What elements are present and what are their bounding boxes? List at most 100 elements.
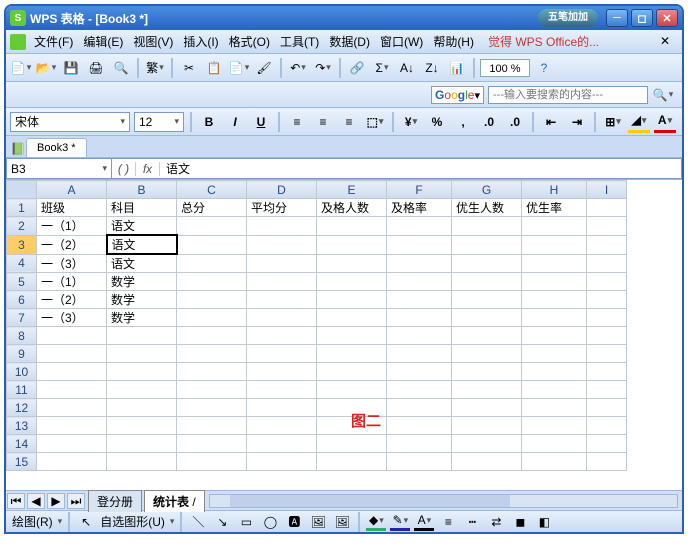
col-header-I[interactable]: I [587, 181, 627, 199]
cell-D15[interactable] [247, 453, 317, 471]
help-button[interactable]: ? [533, 57, 555, 79]
cell-E2[interactable] [317, 217, 387, 236]
menu-file[interactable]: 文件(F) [30, 31, 77, 52]
row-header-8[interactable]: 8 [7, 327, 37, 345]
sheet-first-button[interactable]: ⏮ [7, 493, 25, 509]
inc-decimal-button[interactable]: .0 [478, 111, 500, 133]
row-header-13[interactable]: 13 [7, 417, 37, 435]
percent-button[interactable]: % [426, 111, 448, 133]
merge-button[interactable]: ⬚▾ [364, 111, 386, 133]
row-header-6[interactable]: 6 [7, 291, 37, 309]
format-painter-button[interactable]: 🖌 [253, 57, 275, 79]
menu-format[interactable]: 格式(O) [225, 31, 274, 52]
borders-button[interactable]: ⊞▾ [602, 111, 624, 133]
cell-E14[interactable] [317, 435, 387, 453]
cell-I3[interactable] [587, 235, 627, 254]
cell-G5[interactable] [452, 273, 522, 291]
cell-G10[interactable] [452, 363, 522, 381]
cell-D5[interactable] [247, 273, 317, 291]
cell-I4[interactable] [587, 254, 627, 273]
col-header-H[interactable]: H [522, 181, 587, 199]
cell-A4[interactable]: 一（3） [37, 254, 107, 273]
cell-I2[interactable] [587, 217, 627, 236]
menu-insert[interactable]: 插入(I) [179, 31, 222, 52]
cell-A7[interactable]: 一（3） [37, 309, 107, 327]
cell-I5[interactable] [587, 273, 627, 291]
wordart-button[interactable]: 🖼 [308, 513, 328, 531]
cell-C7[interactable] [177, 309, 247, 327]
menu-window[interactable]: 窗口(W) [376, 31, 427, 52]
menu-edit[interactable]: 编辑(E) [79, 31, 127, 52]
cell-D6[interactable] [247, 291, 317, 309]
cell-H11[interactable] [522, 381, 587, 399]
cell-H1[interactable]: 优生率 [522, 199, 587, 217]
cell-H5[interactable] [522, 273, 587, 291]
sum-button[interactable]: Σ▾ [371, 57, 393, 79]
maximize-button[interactable]: ◻ [631, 9, 653, 27]
cell-G4[interactable] [452, 254, 522, 273]
cell-E15[interactable] [317, 453, 387, 471]
fx-button[interactable]: fx [136, 162, 160, 176]
cell-F11[interactable] [387, 381, 452, 399]
cell-D4[interactable] [247, 254, 317, 273]
cell-F12[interactable] [387, 399, 452, 417]
cell-E5[interactable] [317, 273, 387, 291]
cell-D7[interactable] [247, 309, 317, 327]
copy-button[interactable]: 📋 [203, 57, 225, 79]
3d-button[interactable]: ◧ [534, 513, 554, 531]
cell-I7[interactable] [587, 309, 627, 327]
redo-button[interactable]: ↷▾ [312, 57, 334, 79]
cell-I1[interactable] [587, 199, 627, 217]
cell-F7[interactable] [387, 309, 452, 327]
cell-D1[interactable]: 平均分 [247, 199, 317, 217]
cell-G3[interactable] [452, 235, 522, 254]
cell-F14[interactable] [387, 435, 452, 453]
font-name-box[interactable]: 宋体▾ [10, 112, 130, 132]
cell-G7[interactable] [452, 309, 522, 327]
cell-E9[interactable] [317, 345, 387, 363]
row-header-5[interactable]: 5 [7, 273, 37, 291]
cell-I6[interactable] [587, 291, 627, 309]
sort-asc-button[interactable]: A↓ [396, 57, 418, 79]
cell-C6[interactable] [177, 291, 247, 309]
cell-H9[interactable] [522, 345, 587, 363]
cell-F13[interactable] [387, 417, 452, 435]
cell-I11[interactable] [587, 381, 627, 399]
cell-I8[interactable] [587, 327, 627, 345]
undo-button[interactable]: ↶▾ [287, 57, 309, 79]
cell-B14[interactable] [107, 435, 177, 453]
cell-G9[interactable] [452, 345, 522, 363]
cell-G11[interactable] [452, 381, 522, 399]
preview-button[interactable]: 🔍 [110, 57, 132, 79]
cell-E3[interactable] [317, 235, 387, 254]
cell-H4[interactable] [522, 254, 587, 273]
cell-H12[interactable] [522, 399, 587, 417]
cell-F9[interactable] [387, 345, 452, 363]
cut-button[interactable]: ✂ [178, 57, 200, 79]
cell-F15[interactable] [387, 453, 452, 471]
cell-F2[interactable] [387, 217, 452, 236]
sheet-tab-1[interactable]: 登分册 [88, 490, 142, 512]
cell-G14[interactable] [452, 435, 522, 453]
cell-H6[interactable] [522, 291, 587, 309]
fontcolor-draw-button[interactable]: A▾ [414, 513, 434, 531]
currency-button[interactable]: ¥▾ [400, 111, 422, 133]
cell-A1[interactable]: 班级 [37, 199, 107, 217]
menu-help[interactable]: 帮助(H) [429, 31, 478, 52]
name-box[interactable]: B3▾ [6, 158, 112, 179]
sheet-prev-button[interactable]: ◀ [27, 493, 45, 509]
shadow-button[interactable]: ◼ [510, 513, 530, 531]
font-size-box[interactable]: 12▾ [134, 112, 184, 132]
col-header-A[interactable]: A [37, 181, 107, 199]
minimize-button[interactable]: ─ [606, 9, 628, 27]
cell-C1[interactable]: 总分 [177, 199, 247, 217]
open-button[interactable]: 📂▾ [35, 57, 57, 79]
paste-button[interactable]: 📄▾ [228, 57, 250, 79]
hyperlink-button[interactable]: 🔗 [346, 57, 368, 79]
cell-A9[interactable] [37, 345, 107, 363]
pointer-button[interactable]: ↖ [76, 513, 96, 531]
menu-data[interactable]: 数据(D) [325, 31, 374, 52]
rect-button[interactable]: ▭ [236, 513, 256, 531]
cell-D13[interactable] [247, 417, 317, 435]
cell-A5[interactable]: 一（1） [37, 273, 107, 291]
